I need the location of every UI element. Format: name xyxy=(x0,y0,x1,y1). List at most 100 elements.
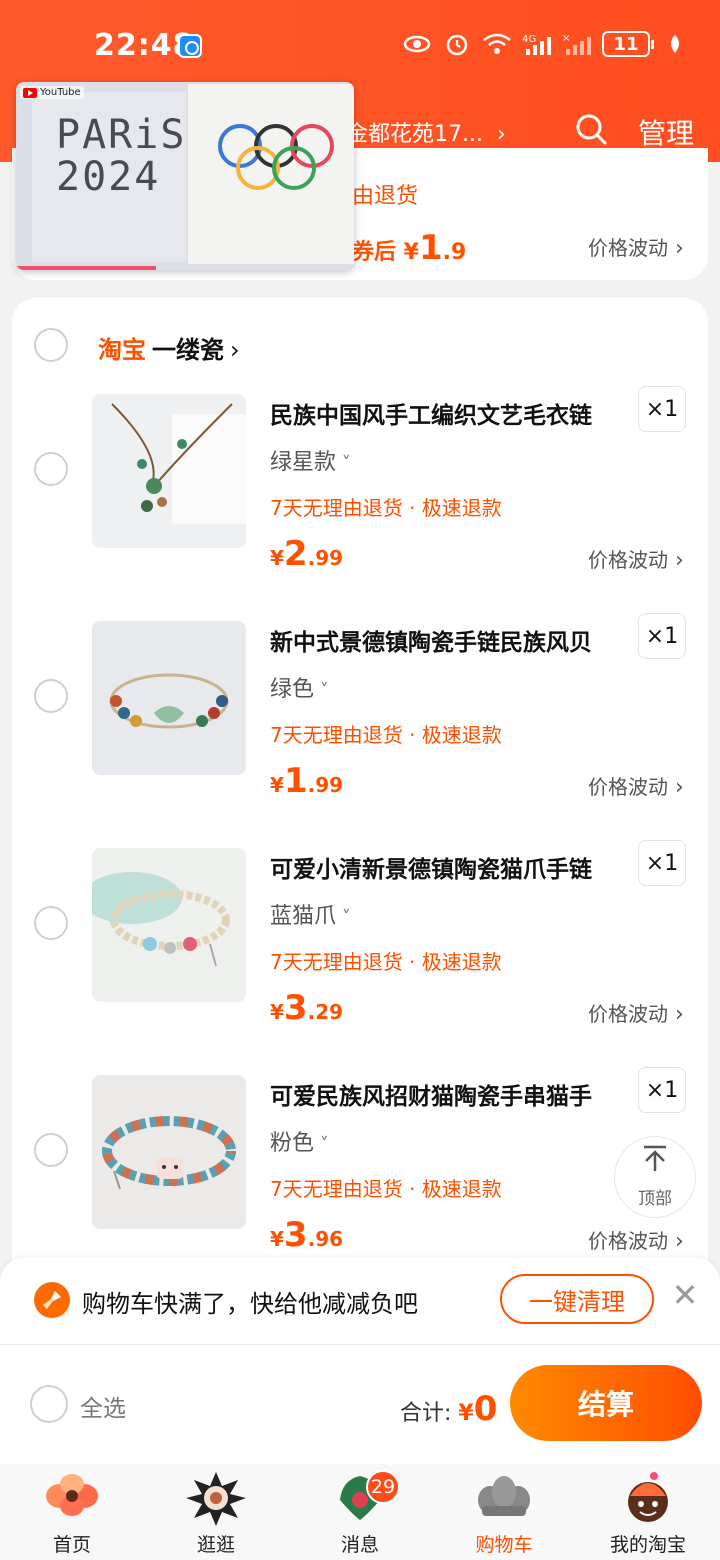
chevron-right-icon: › xyxy=(496,122,506,147)
lucky-cat-bracelet-image xyxy=(92,1075,246,1229)
tab-messages[interactable]: 消息 xyxy=(288,1464,432,1560)
status-bar: 22:48 4G × 11 xyxy=(0,26,720,68)
battery-icon: 11 xyxy=(602,31,654,57)
product-title[interactable]: 可爱小清新景德镇陶瓷猫爪手链 xyxy=(270,850,630,884)
select-all-radio[interactable] xyxy=(30,1385,68,1423)
item-price: ¥2.99 xyxy=(270,534,343,574)
item-price: ¥3.96 xyxy=(270,1215,343,1255)
item-select-radio[interactable] xyxy=(34,452,68,486)
total-amount: 0 xyxy=(473,1389,498,1429)
svg-text:4G: 4G xyxy=(522,34,536,45)
youtube-pip-player[interactable]: YouTube PARiS 2024 xyxy=(16,82,354,270)
arrow-up-icon xyxy=(615,1143,695,1184)
item-price: ¥3.29 xyxy=(270,988,343,1028)
product-thumbnail[interactable] xyxy=(92,1075,246,1229)
tab-label: 我的淘宝 xyxy=(609,1534,686,1556)
cart-item[interactable]: 可爱小清新景德镇陶瓷猫爪手链 ×1 蓝猫爪 7天无理由退货 · 极速退款 ¥3.… xyxy=(12,840,708,1074)
poster-line-2: 2024 xyxy=(56,154,161,200)
back-to-top-label: 顶部 xyxy=(638,1189,672,1209)
tab-label: 消息 xyxy=(340,1534,379,1556)
checkout-bar: 全选 合计: ¥0 结算 xyxy=(0,1344,720,1464)
quantity-selector[interactable]: ×1 xyxy=(638,1067,686,1113)
item-select-radio[interactable] xyxy=(34,679,68,713)
tab-label: 购物车 xyxy=(475,1534,533,1556)
shop-select-radio[interactable] xyxy=(34,328,68,362)
close-icon[interactable]: ✕ xyxy=(670,1279,700,1311)
tab-cart[interactable]: 购物车 xyxy=(432,1464,576,1560)
youtube-label: YouTube xyxy=(20,86,84,99)
price-fluctuation-link[interactable]: 价格波动 xyxy=(588,544,684,573)
price-dec: .29 xyxy=(307,1000,344,1024)
cart-item[interactable]: 新中式景德镇陶瓷手链民族风贝 ×1 绿色 7天无理由退货 · 极速退款 ¥1.9… xyxy=(12,613,708,847)
return-policy-text: 7天无理由退货 · 极速退款 xyxy=(270,496,502,520)
price-dec: .99 xyxy=(307,773,344,797)
cart-full-message: 购物车快满了，快给他减减负吧 xyxy=(82,1290,418,1318)
platform-label: 淘宝 xyxy=(98,336,146,364)
explore-icon xyxy=(186,1472,246,1526)
broom-icon xyxy=(34,1282,70,1318)
price-int: 1 xyxy=(283,761,308,801)
cat-paw-bracelet-image xyxy=(92,848,246,1002)
price-fluctuation-link[interactable]: 价格波动 xyxy=(588,232,684,261)
quantity-selector[interactable]: ×1 xyxy=(638,386,686,432)
item-select-radio[interactable] xyxy=(34,1133,68,1167)
product-thumbnail[interactable] xyxy=(92,621,246,775)
price-int: 3 xyxy=(283,988,308,1028)
back-to-top-button[interactable]: 顶部 xyxy=(614,1136,696,1218)
bracelet-image xyxy=(92,621,246,775)
variant-selector[interactable]: 绿星款 xyxy=(270,444,351,476)
variant-selector[interactable]: 绿色 xyxy=(270,671,329,703)
message-count-badge: 29 xyxy=(366,1470,400,1504)
return-policy-text: 由退货 xyxy=(352,184,419,209)
product-title[interactable]: 民族中国风手工编织文艺毛衣链 xyxy=(270,396,630,430)
eye-icon xyxy=(402,30,432,58)
video-progress-bar xyxy=(16,266,156,270)
wifi-icon xyxy=(482,30,512,58)
cart-full-banner: 购物车快满了，快给他减减负吧 一键清理 ✕ xyxy=(0,1258,720,1344)
price-fluctuation-link[interactable]: 价格波动 xyxy=(588,998,684,1027)
price-after-coupon: 券后 ¥1.9 xyxy=(352,228,466,268)
search-icon[interactable] xyxy=(574,112,608,146)
profile-icon xyxy=(628,1472,668,1522)
price-fluctuation-link[interactable]: 价格波动 xyxy=(588,1225,684,1254)
cart-item[interactable]: 民族中国风手工编织文艺毛衣链 ×1 绿星款 7天无理由退货 · 极速退款 ¥2.… xyxy=(12,386,708,620)
product-thumbnail[interactable] xyxy=(92,394,246,548)
quantity-selector[interactable]: ×1 xyxy=(638,613,686,659)
tab-label: 首页 xyxy=(52,1534,91,1556)
tab-label: 逛逛 xyxy=(196,1534,235,1556)
poster-line-1: PARiS xyxy=(56,112,187,158)
necklace-image xyxy=(92,394,246,548)
youtube-source-text: YouTube xyxy=(40,87,81,98)
return-policy-text: 7天无理由退货 · 极速退款 xyxy=(270,723,502,747)
product-title[interactable]: 可爱民族风招财猫陶瓷手串猫手 xyxy=(270,1077,630,1111)
product-thumbnail[interactable] xyxy=(92,848,246,1002)
quantity-selector[interactable]: ×1 xyxy=(638,840,686,886)
olympic-rings-icon xyxy=(218,124,334,190)
select-all-label[interactable]: 全选 xyxy=(80,1389,126,1423)
delivery-address-text: 金都花苑17... xyxy=(346,122,483,147)
item-select-radio[interactable] xyxy=(34,906,68,940)
shop-name-link[interactable]: 淘宝 一缕瓷 › xyxy=(98,330,240,365)
variant-selector[interactable]: 蓝猫爪 xyxy=(270,898,351,930)
delivery-address[interactable]: 金都花苑17... › xyxy=(346,116,506,148)
paris-2024-poster-text: PARiS 2024 xyxy=(56,114,186,198)
shop-name-text: 一缕瓷 xyxy=(152,336,224,364)
price-dec: .96 xyxy=(307,1227,344,1251)
product-title[interactable]: 新中式景德镇陶瓷手链民族风贝 xyxy=(270,623,630,657)
variant-selector[interactable]: 粉色 xyxy=(270,1125,329,1157)
checkout-button[interactable]: 结算 xyxy=(510,1365,702,1441)
home-flower-icon xyxy=(46,1474,98,1516)
tab-my-taobao[interactable]: 我的淘宝 xyxy=(576,1464,720,1560)
cart-icon xyxy=(478,1476,530,1516)
youtube-logo-icon xyxy=(23,87,37,98)
currency-symbol: ¥ xyxy=(458,1401,474,1426)
tab-explore[interactable]: 逛逛 xyxy=(144,1464,288,1560)
leaf-icon xyxy=(660,30,690,58)
one-click-clean-button[interactable]: 一键清理 xyxy=(500,1274,654,1324)
price-int: 2 xyxy=(283,534,308,574)
manage-button[interactable]: 管理 xyxy=(638,112,694,152)
tab-home[interactable]: 首页 xyxy=(0,1464,144,1560)
price-fluctuation-link[interactable]: 价格波动 xyxy=(588,771,684,800)
price-dec: .99 xyxy=(307,546,344,570)
total-price: 合计: ¥0 xyxy=(400,1389,497,1429)
